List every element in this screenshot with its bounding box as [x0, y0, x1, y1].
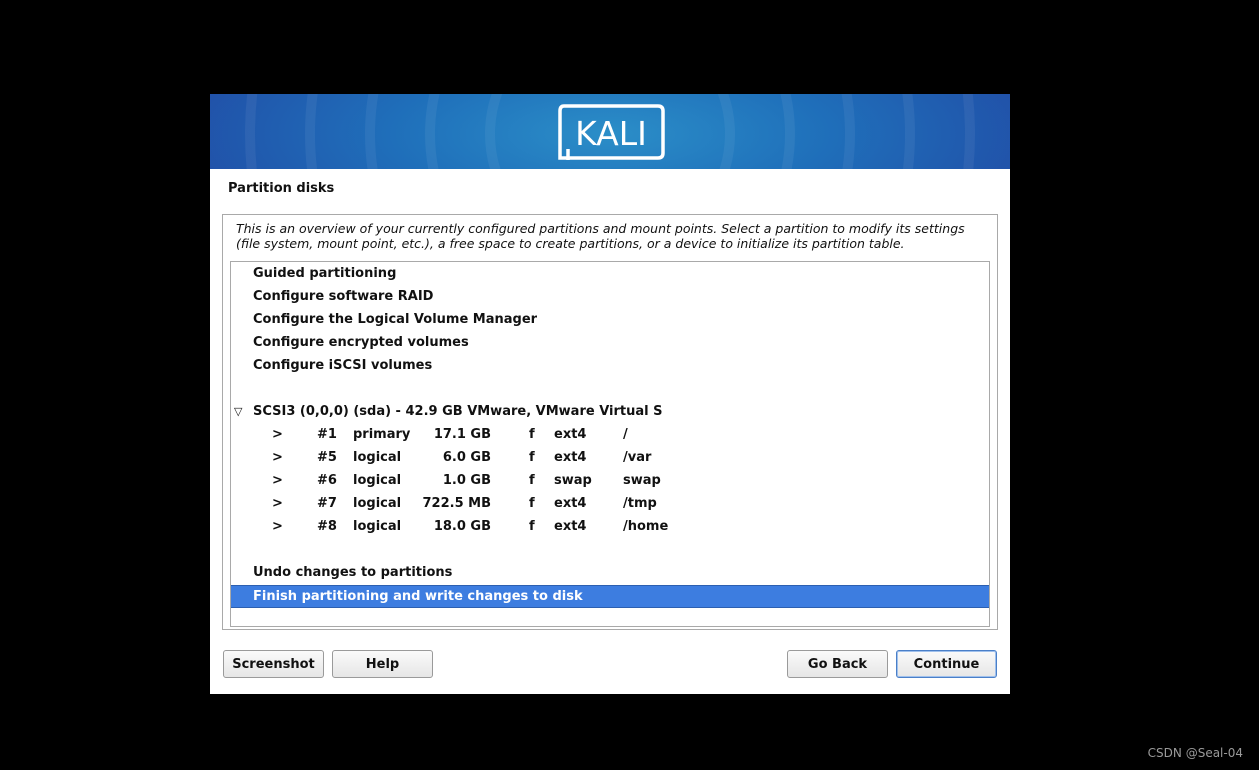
partition-type: logical: [353, 496, 402, 511]
expand-triangle-icon[interactable]: ▽: [234, 401, 242, 423]
menu-item-iscsi-volumes[interactable]: Configure iSCSI volumes: [231, 355, 989, 377]
page-title: Partition disks: [228, 181, 335, 196]
continue-button[interactable]: Continue: [896, 650, 997, 678]
screen: KALI Partition disks This is an overview…: [0, 0, 1259, 770]
partition-type: primary: [353, 427, 411, 442]
menu-item-label: Configure software RAID: [253, 289, 434, 304]
partition-format-flag: f: [529, 496, 535, 511]
disk-label: SCSI3 (0,0,0) (sda) - 42.9 GB VMware, VM…: [253, 404, 663, 419]
partition-mount-point: /var: [623, 450, 652, 465]
partition-format-flag: f: [529, 427, 535, 442]
partition-number: #8: [317, 519, 337, 534]
partition-filesystem: ext4: [554, 496, 587, 511]
partition-size: 17.1 GB: [433, 427, 491, 442]
partition-mount-point: /home: [623, 519, 669, 534]
go-back-button[interactable]: Go Back: [787, 650, 888, 678]
kali-banner: KALI: [210, 94, 1010, 169]
partition-format-flag: f: [529, 519, 535, 534]
menu-item-label: Guided partitioning: [253, 266, 397, 281]
partition-number: #1: [317, 427, 337, 442]
partition-filesystem: swap: [554, 473, 592, 488]
undo-changes-item[interactable]: Undo changes to partitions: [231, 562, 989, 584]
menu-item-label: Configure the Logical Volume Manager: [253, 312, 538, 327]
partition-row[interactable]: > #1 primary 17.1 GB f ext4 /: [231, 424, 989, 446]
partition-row[interactable]: > #7 logical 722.5 MB f ext4 /tmp: [231, 493, 989, 515]
screenshot-button[interactable]: Screenshot: [223, 650, 324, 678]
partition-size: 722.5 MB: [422, 496, 492, 511]
partition-arrow-icon: >: [272, 519, 283, 534]
partition-number: #7: [317, 496, 337, 511]
partition-filesystem: ext4: [554, 427, 587, 442]
menu-item-label: Finish partitioning and write changes to…: [253, 589, 583, 604]
partition-number: #6: [317, 473, 337, 488]
partition-row[interactable]: > #6 logical 1.0 GB f swap swap: [231, 470, 989, 492]
installer-window: KALI Partition disks This is an overview…: [210, 94, 1010, 694]
partition-arrow-icon: >: [272, 473, 283, 488]
menu-item-label: Undo changes to partitions: [253, 565, 453, 580]
partition-type: logical: [353, 473, 402, 488]
partition-format-flag: f: [529, 450, 535, 465]
help-button[interactable]: Help: [332, 650, 433, 678]
finish-partitioning-item[interactable]: Finish partitioning and write changes to…: [231, 585, 989, 608]
menu-item-guided-partitioning[interactable]: Guided partitioning: [231, 263, 989, 285]
disk-row-sda[interactable]: ▽ SCSI3 (0,0,0) (sda) - 42.9 GB VMware, …: [231, 401, 989, 423]
menu-item-label: Configure encrypted volumes: [253, 335, 469, 350]
partition-type: logical: [353, 450, 402, 465]
partition-size: 18.0 GB: [433, 519, 491, 534]
partition-arrow-icon: >: [272, 496, 283, 511]
logo-text: KALI: [575, 114, 647, 153]
partition-row[interactable]: > #5 logical 6.0 GB f ext4 /var: [231, 447, 989, 469]
content-frame: This is an overview of your currently co…: [222, 214, 998, 630]
partition-mount-point: swap: [623, 473, 661, 488]
partition-type: logical: [353, 519, 402, 534]
partition-arrow-icon: >: [272, 450, 283, 465]
partition-size: 1.0 GB: [442, 473, 491, 488]
watermark: CSDN @Seal-04: [1147, 746, 1243, 760]
menu-item-lvm[interactable]: Configure the Logical Volume Manager: [231, 309, 989, 331]
page-description: This is an overview of your currently co…: [236, 221, 965, 251]
partition-size: 6.0 GB: [442, 450, 491, 465]
menu-item-label: Configure iSCSI volumes: [253, 358, 433, 373]
menu-item-software-raid[interactable]: Configure software RAID: [231, 286, 989, 308]
partition-number: #5: [317, 450, 337, 465]
menu-item-encrypted-volumes[interactable]: Configure encrypted volumes: [231, 332, 989, 354]
kali-logo: KALI: [558, 104, 665, 160]
partition-filesystem: ext4: [554, 519, 587, 534]
partition-mount-point: /tmp: [623, 496, 657, 511]
partition-format-flag: f: [529, 473, 535, 488]
partition-list[interactable]: Guided partitioning Configure software R…: [230, 261, 990, 627]
partition-mount-point: /: [623, 427, 628, 442]
partition-arrow-icon: >: [272, 427, 283, 442]
partition-row[interactable]: > #8 logical 18.0 GB f ext4 /home: [231, 516, 989, 538]
partition-filesystem: ext4: [554, 450, 587, 465]
